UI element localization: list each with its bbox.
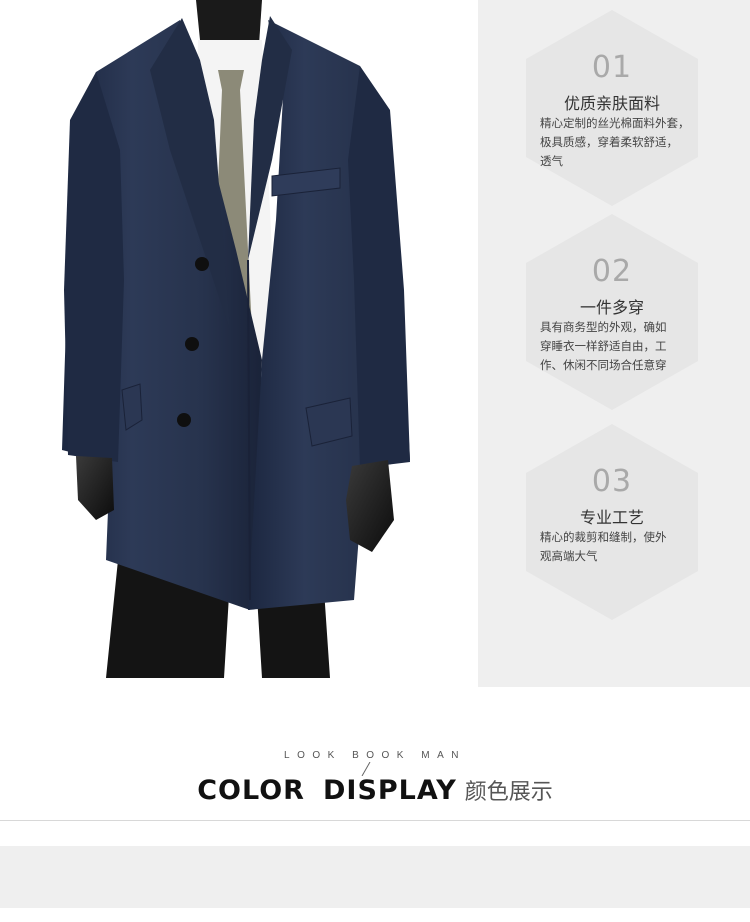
feature-description-line: 精心定制的丝光棉面料外套，	[540, 116, 690, 130]
feature-description-line: 精心的裁剪和缝制，使外	[540, 530, 667, 544]
feature-description-line: 观高端大气	[540, 549, 598, 563]
color-display-area	[0, 846, 750, 908]
feature-description: 精心定制的丝光棉面料外套， 极具质感，穿着柔软舒适， 透气	[540, 114, 700, 171]
feature-description-line: 作、休闲不同场合任意穿	[540, 358, 667, 372]
feature-description: 精心的裁剪和缝制，使外 观高端大气	[540, 528, 700, 566]
feature-title: 优质亲肤面料	[563, 94, 660, 113]
section-divider	[0, 820, 750, 821]
feature-title: 一件多穿	[579, 298, 644, 317]
lookbook-subtitle: LOOK BOOK MAN	[284, 750, 466, 761]
feature-description-line: 穿睡衣一样舒适自由，工	[540, 339, 667, 353]
section-title-word: DISPLAY	[322, 775, 457, 806]
feature-title: 专业工艺	[579, 508, 644, 527]
feature-number: 01	[591, 50, 633, 85]
feature-panel: 01 优质亲肤面料 精心定制的丝光棉面料外套， 极具质感，穿着柔软舒适， 透气 …	[478, 0, 750, 687]
coat-product-image	[62, 0, 410, 678]
feature-description-line: 极具质感，穿着柔软舒适，	[540, 135, 678, 149]
section-title-word: COLOR	[197, 775, 305, 806]
bottom-strip	[0, 908, 750, 922]
section-title-cn: 颜色展示	[464, 780, 553, 805]
feature-description: 具有商务型的外观，确如 穿睡衣一样舒适自由，工 作、休闲不同场合任意穿	[540, 318, 700, 375]
section-title: COLOR DISPLAY 颜色展示	[0, 774, 750, 806]
feature-number: 03	[591, 464, 633, 499]
feature-card: 02 一件多穿 具有商务型的外观，确如 穿睡衣一样舒适自由，工 作、休闲不同场合…	[526, 214, 698, 410]
feature-card: 03 专业工艺 精心的裁剪和缝制，使外 观高端大气	[526, 424, 698, 620]
feature-number: 02	[591, 254, 633, 289]
feature-card: 01 优质亲肤面料 精心定制的丝光棉面料外套， 极具质感，穿着柔软舒适， 透气	[526, 10, 698, 206]
product-hero: 01 优质亲肤面料 精心定制的丝光棉面料外套， 极具质感，穿着柔软舒适， 透气 …	[0, 0, 750, 690]
feature-description-line: 具有商务型的外观，确如	[540, 320, 667, 334]
feature-description-line: 透气	[540, 154, 563, 168]
